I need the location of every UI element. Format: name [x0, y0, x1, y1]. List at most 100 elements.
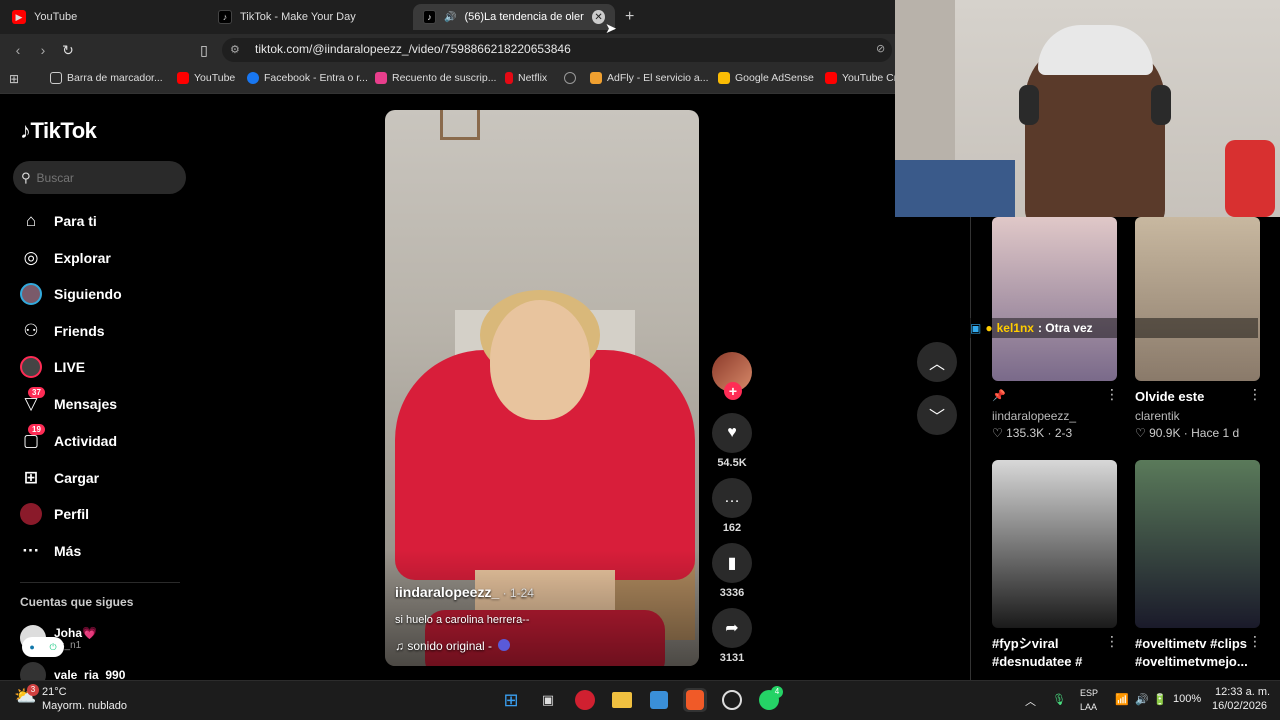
microphone-icon[interactable]: 🎙 [1052, 693, 1066, 706]
share-count: 3131 [719, 652, 745, 664]
mouse-cursor-icon: ➤ [605, 20, 617, 36]
app-red-icon [575, 690, 595, 710]
folder-icon [612, 692, 632, 708]
nav-siguiendo[interactable]: Siguiendo [20, 283, 122, 305]
save-count: 3336 [719, 587, 745, 599]
video-frame [490, 300, 590, 420]
previous-video-button[interactable]: ︿ [917, 342, 957, 382]
cast-icon[interactable]: ⊘ [876, 42, 885, 55]
tab-tiktok-video[interactable]: ♪ 🔊 (56)La tendencia de oler a Ca ✕ [413, 4, 615, 30]
tiktok-note-icon: ♪ [20, 118, 31, 143]
grid-thumbnail[interactable] [992, 217, 1117, 381]
grid-user[interactable]: iindaralopeezz_ [992, 409, 1076, 423]
url-text[interactable]: tiktok.com/@iindaralopeezz_/video/759886… [255, 42, 571, 56]
taskbar-store[interactable] [647, 688, 671, 712]
back-icon[interactable]: ‹ [10, 42, 26, 58]
grid-user[interactable]: clarentik [1135, 409, 1180, 423]
bookmark-icon[interactable]: ▯ [196, 42, 212, 58]
wifi-icon[interactable]: 📶 [1115, 693, 1129, 706]
more-options-icon[interactable]: ⋮ [1248, 386, 1262, 403]
extension-widget[interactable]: ● ⏻ [22, 637, 64, 657]
nav-actividad[interactable]: ▢ 19 Actividad [20, 424, 117, 452]
like-button[interactable]: ♥ 54.5K [712, 413, 752, 469]
nav-cargar[interactable]: ⊞ Cargar [20, 467, 99, 489]
clock-time[interactable]: 12:33 a. m. [1215, 686, 1270, 698]
tab-youtube[interactable]: ▶ YouTube [2, 4, 202, 30]
tray-chevron-icon[interactable]: ︿ [1025, 693, 1036, 709]
language-top[interactable]: ESP [1080, 688, 1098, 698]
bookmark-subscriber-count[interactable]: Recuento de suscrip... [375, 72, 496, 84]
webcam-frame [1151, 85, 1171, 125]
follow-button[interactable]: + [724, 382, 742, 400]
nav-mensajes[interactable]: ▽ 37 Mensajes [20, 387, 117, 415]
speaker-icon[interactable]: 🔊 [444, 12, 456, 23]
site-info-icon[interactable]: ⚙ [230, 43, 240, 56]
share-button[interactable]: ➦ 3131 [712, 608, 752, 664]
language-bottom[interactable]: LAA [1080, 702, 1097, 712]
video-player[interactable] [385, 110, 699, 666]
weather-temp[interactable]: 21°C [42, 686, 67, 698]
volume-icon[interactable]: 🔊 [1135, 693, 1149, 706]
more-options-icon[interactable]: ⋮ [1105, 633, 1119, 650]
more-options-icon[interactable]: ⋮ [1105, 386, 1119, 403]
search-box[interactable]: ⚲ [13, 161, 186, 194]
grid-thumbnail[interactable] [1135, 460, 1260, 628]
grid-thumbnail[interactable] [992, 460, 1117, 628]
taskbar-file-explorer[interactable] [610, 688, 634, 712]
apps-grid-icon[interactable]: ⊞ [9, 72, 19, 86]
search-input[interactable] [36, 170, 177, 185]
chevron-down-icon: ﹀ [928, 409, 945, 426]
comment-button[interactable]: … 162 [712, 478, 752, 534]
nav-perfil[interactable]: Perfil [20, 503, 89, 525]
bookmark-netflix[interactable]: Netflix [505, 72, 547, 84]
bookmark-globe[interactable] [564, 72, 576, 84]
taskbar-app[interactable] [573, 688, 597, 712]
battery-percent[interactable]: 100% [1173, 693, 1201, 705]
more-options-icon[interactable]: ⋮ [1248, 633, 1262, 650]
grid-desc[interactable]: #oveltimetv #clips #oveltimetvmejo... [1135, 635, 1250, 671]
nav-friends[interactable]: ⚇ Friends [20, 320, 104, 342]
taskbar-brave[interactable] [683, 688, 707, 712]
profile-icon [20, 503, 42, 525]
task-view-button[interactable]: ▣ [536, 688, 560, 712]
taskbar-app[interactable] [720, 688, 744, 712]
bookmark-facebook[interactable]: Facebook - Entra o r... [247, 72, 368, 84]
video-sound[interactable]: ♫ sonido original - [395, 639, 511, 653]
save-button[interactable]: ▮ 3336 [712, 543, 752, 599]
video-username[interactable]: iindaralopeezz_ · 1-24 [395, 584, 534, 600]
extension-icon: ● [29, 642, 35, 652]
start-button[interactable]: ⊞ [499, 688, 523, 712]
bookmark-adsense[interactable]: Google AdSense [718, 72, 814, 84]
nav-mas[interactable]: ··· Más [20, 540, 82, 562]
grid-meta: ♡ 135.3K · 2-3 [992, 426, 1073, 440]
nav-para-ti[interactable]: ⌂ Para ti [20, 210, 97, 232]
battery-icon[interactable]: 🔋 [1153, 693, 1167, 706]
heart-outline-icon: ♡ [1135, 426, 1146, 440]
next-video-button[interactable]: ﹀ [917, 395, 957, 435]
bookmark-adfly[interactable]: AdFly - El servicio a... [590, 72, 709, 84]
video-caption: si huelo a carolina herrera-- [395, 614, 530, 626]
grid-thumbnail[interactable] [1135, 217, 1260, 381]
nav-live[interactable]: LIVE [20, 356, 85, 378]
clock-date[interactable]: 16/02/2026 [1212, 700, 1267, 712]
new-tab-icon[interactable]: + [625, 8, 634, 26]
forward-icon[interactable]: › [35, 42, 51, 58]
webcam-frame [1019, 85, 1039, 125]
close-tab-icon[interactable]: ✕ [592, 10, 605, 24]
compass-icon: ◎ [23, 248, 39, 267]
music-disc-icon [498, 639, 511, 651]
reload-icon[interactable]: ↻ [60, 42, 76, 58]
adsense-icon [718, 72, 730, 84]
grid-desc[interactable]: Olvide este [1135, 388, 1204, 406]
counter-icon [375, 72, 387, 84]
pin-icon: 📌 [992, 390, 1006, 402]
youtube-icon: ▶ [12, 10, 26, 24]
tiktok-logo[interactable]: ♪TikTok [20, 118, 97, 144]
bookmark-youtube[interactable]: YouTube [177, 72, 235, 84]
grid-desc[interactable]: #fypシviral #desnudatee # [992, 635, 1102, 671]
weather-desc[interactable]: Mayorm. nublado [42, 700, 127, 712]
bookmark-youtube-creator[interactable]: YouTube Cr [825, 72, 897, 84]
nav-explorar[interactable]: ◎ Explorar [20, 247, 111, 269]
tab-tiktok[interactable]: ♪ TikTok - Make Your Day [208, 4, 408, 30]
bookmark-folder[interactable]: Barra de marcador... [50, 72, 163, 84]
